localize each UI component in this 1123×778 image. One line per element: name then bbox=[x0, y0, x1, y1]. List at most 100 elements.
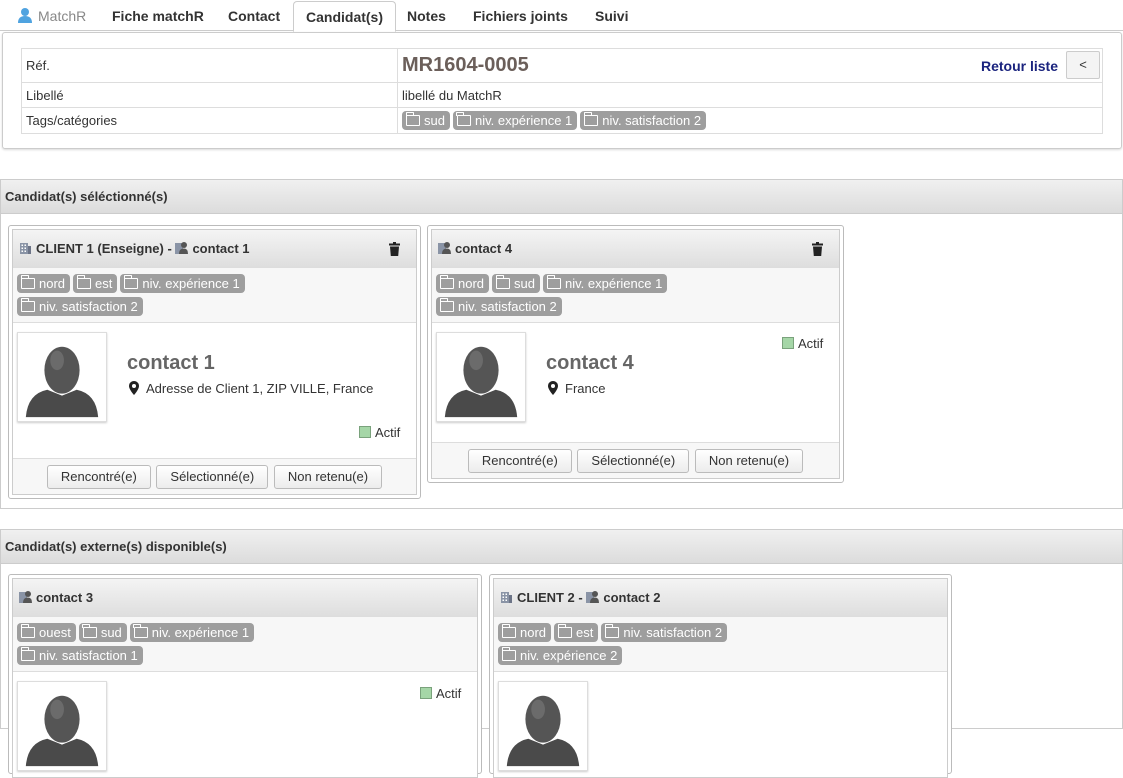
tag-label: niv. satisfaction 1 bbox=[39, 648, 138, 663]
tag-label: nord bbox=[520, 625, 547, 640]
tab-suivi[interactable]: Suivi bbox=[583, 1, 640, 31]
tags-cell: sud niv. expérience 1 niv. satisfaction 2 bbox=[397, 107, 1103, 134]
libelle-value: libellé du MatchR bbox=[397, 82, 1103, 108]
tag-label: est bbox=[576, 625, 594, 640]
selected-candidates-section: Candidat(s) séléctionné(s) CLIENT 1 (Ens… bbox=[0, 179, 1123, 509]
avatar bbox=[436, 332, 526, 422]
folder-icon bbox=[20, 647, 35, 661]
folder-icon bbox=[405, 112, 420, 126]
tag-badge: niv. satisfaction 2 bbox=[436, 297, 562, 316]
tag-badge: niv. expérience 1 bbox=[129, 623, 255, 642]
status-badge: Actif bbox=[359, 425, 400, 440]
map-pin-icon bbox=[129, 381, 139, 395]
folder-icon bbox=[501, 647, 516, 661]
folder-icon bbox=[133, 624, 148, 638]
card-tags: ouest sud niv. expérience 1 niv. satisfacti… bbox=[13, 617, 477, 672]
info-table: Réf. MR1604-0005 Retour liste < Libellé … bbox=[21, 48, 1103, 134]
rejected-button[interactable]: Non retenu(e) bbox=[273, 465, 383, 489]
tab-fiche-matchr[interactable]: Fiche matchR bbox=[100, 1, 216, 31]
card-header: contact 3 bbox=[13, 579, 477, 617]
met-button[interactable]: Rencontré(e) bbox=[467, 449, 572, 473]
folder-icon bbox=[501, 624, 516, 638]
tab-matchr-home[interactable]: MatchR bbox=[0, 1, 98, 31]
contact-name[interactable]: contact 1 bbox=[192, 241, 249, 256]
tag-badge: niv. expérience 2 bbox=[498, 646, 623, 665]
folder-icon bbox=[82, 624, 97, 638]
card-tags: nord sud niv. expérience 1 niv. satisfactio… bbox=[432, 268, 839, 323]
tab-contact[interactable]: Contact bbox=[216, 1, 292, 31]
contact-icon bbox=[175, 241, 188, 254]
tag-badge: niv. satisfaction 2 bbox=[17, 297, 143, 316]
contact-name[interactable]: contact 2 bbox=[603, 590, 660, 605]
section-title: Candidat(s) externe(s) disponible(s) bbox=[1, 530, 1122, 564]
avatar bbox=[17, 681, 107, 771]
card-tags: nord est niv. satisfaction 2 niv. expérienc… bbox=[494, 617, 947, 672]
candidate-name[interactable]: contact 1 bbox=[127, 352, 215, 375]
tag-label: niv. satisfaction 2 bbox=[623, 625, 723, 640]
status-square-icon bbox=[782, 337, 794, 349]
tag-badge: niv. satisfaction 2 bbox=[580, 111, 707, 130]
folder-icon bbox=[123, 275, 139, 289]
status-square-icon bbox=[359, 426, 371, 438]
trash-icon[interactable] bbox=[812, 242, 823, 256]
tag-label: niv. expérience 1 bbox=[474, 113, 573, 128]
tab-notes[interactable]: Notes bbox=[395, 1, 458, 31]
selected-button[interactable]: Sélectionné(e) bbox=[577, 449, 690, 473]
card-actions: Rencontré(e) Sélectionné(e) Non retenu(e… bbox=[13, 458, 416, 494]
folder-icon bbox=[439, 275, 454, 289]
folder-icon bbox=[20, 624, 35, 638]
folder-icon bbox=[456, 112, 471, 126]
tab-bar: MatchR Fiche matchR Contact Candidat(s) … bbox=[0, 0, 1123, 32]
candidate-card: contact 4 nord sud niv. expérience 1 niv. s… bbox=[427, 225, 844, 483]
folder-icon bbox=[495, 275, 511, 289]
card-header: CLIENT 2 - contact 2 bbox=[494, 579, 947, 617]
back-to-list-link[interactable]: Retour liste bbox=[981, 58, 1058, 74]
tab-fichiers-joints[interactable]: Fichiers joints bbox=[461, 1, 580, 31]
tag-label: niv. expérience 1 bbox=[151, 625, 250, 640]
avatar bbox=[17, 332, 107, 422]
tab-candidats[interactable]: Candidat(s) bbox=[293, 1, 396, 32]
candidate-name[interactable]: contact 4 bbox=[546, 352, 634, 375]
tag-badge: niv. satisfaction 2 bbox=[601, 623, 728, 642]
tag-label: niv. satisfaction 2 bbox=[39, 299, 138, 314]
map-pin-icon bbox=[548, 381, 558, 395]
folder-icon bbox=[76, 275, 92, 289]
trash-icon[interactable] bbox=[389, 242, 400, 256]
section-title: Candidat(s) séléctionné(s) bbox=[1, 180, 1122, 214]
back-button[interactable]: < bbox=[1066, 51, 1100, 79]
tag-label: sud bbox=[100, 625, 122, 640]
met-button[interactable]: Rencontré(e) bbox=[46, 465, 151, 489]
selected-button[interactable]: Sélectionné(e) bbox=[156, 465, 269, 489]
card-tags: nord est niv. expérience 1 niv. satisfactio… bbox=[13, 268, 416, 323]
tag-label: niv. expérience 1 bbox=[565, 276, 663, 291]
status-text: Actif bbox=[798, 336, 824, 351]
contact-icon bbox=[19, 590, 32, 603]
separator: - bbox=[578, 590, 583, 605]
contact-name[interactable]: contact 4 bbox=[455, 241, 512, 256]
status-badge: Actif bbox=[782, 336, 823, 351]
tag-label: niv. satisfaction 2 bbox=[458, 299, 557, 314]
matchr-info-panel: Réf. MR1604-0005 Retour liste < Libellé … bbox=[2, 32, 1122, 149]
tag-badge: sud bbox=[402, 111, 450, 130]
client-name[interactable]: CLIENT 1 (Enseigne) bbox=[36, 241, 164, 256]
tag-badge: est bbox=[73, 274, 118, 293]
tag-label: nord bbox=[458, 276, 485, 291]
folder-icon bbox=[604, 624, 620, 638]
folder-icon bbox=[20, 298, 35, 312]
tag-badge: sud bbox=[492, 274, 540, 293]
tag-badge: niv. expérience 1 bbox=[120, 274, 245, 293]
tag-label: ouest bbox=[39, 625, 71, 640]
folder-icon bbox=[20, 275, 35, 289]
client-name[interactable]: CLIENT 2 bbox=[517, 590, 575, 605]
contact-name[interactable]: contact 3 bbox=[36, 590, 93, 605]
tags-label: Tags/catégories bbox=[21, 107, 398, 134]
tag-label: sud bbox=[424, 113, 445, 128]
ref-cell: MR1604-0005 Retour liste < bbox=[397, 48, 1103, 83]
tag-label: sud bbox=[514, 276, 535, 291]
rejected-button[interactable]: Non retenu(e) bbox=[694, 449, 804, 473]
candidate-address: France bbox=[548, 381, 605, 396]
contact-icon bbox=[586, 590, 599, 603]
tab-label: MatchR bbox=[38, 8, 87, 24]
folder-icon bbox=[439, 298, 454, 312]
contact-icon bbox=[438, 241, 451, 254]
